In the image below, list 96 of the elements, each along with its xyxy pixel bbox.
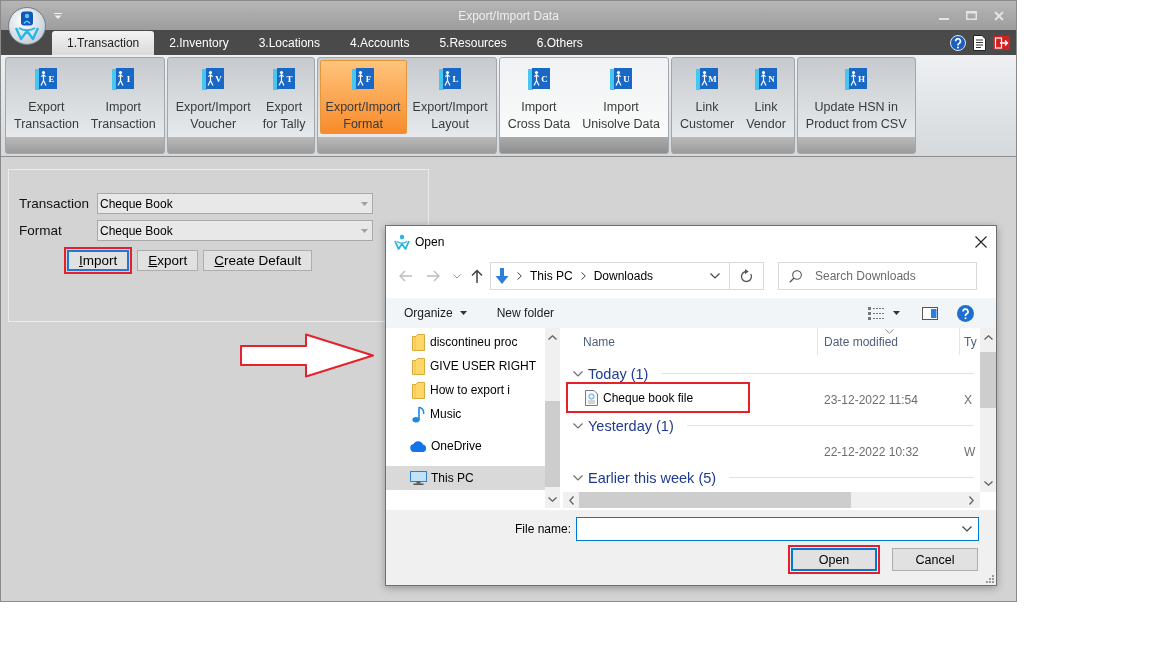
tab[interactable]: 5.Resources	[424, 31, 522, 55]
breadcrumb-item[interactable]: Downloads	[593, 269, 654, 283]
action-button[interactable]: Create Default	[203, 250, 313, 271]
exit-door-icon[interactable]	[993, 35, 1010, 50]
group-header[interactable]: Yesterday (1)	[588, 417, 674, 434]
group-header[interactable]: Earlier this week (5)	[588, 469, 717, 486]
scroll-up-icon[interactable]	[548, 335, 557, 340]
field-label: Format	[19, 223, 63, 238]
scrollbar-thumb[interactable]	[980, 352, 996, 408]
field-label: File name:	[514, 522, 571, 536]
monitor-icon	[410, 471, 427, 485]
window-title: Export/Import Data	[458, 8, 559, 23]
document-icon[interactable]	[973, 34, 986, 51]
file-type: X	[963, 393, 973, 407]
vertical-scrollbar[interactable]	[980, 328, 996, 492]
breadcrumb-item[interactable]: This PC	[530, 269, 573, 283]
ribbon-button[interactable]: C Import Cross Data	[501, 60, 577, 134]
caret-down-icon[interactable]	[893, 311, 900, 315]
action-button[interactable]: Import	[67, 250, 130, 271]
scrollbar-thumb[interactable]	[579, 492, 851, 508]
scroll-left-icon[interactable]	[569, 495, 574, 505]
chevron-down-icon[interactable]	[573, 370, 583, 377]
help-icon[interactable]	[957, 304, 974, 322]
file-date: 23-12-2022 11:54	[823, 393, 919, 407]
cloud-icon	[410, 440, 427, 452]
nav-item[interactable]: discontineu proc	[386, 330, 545, 354]
nav-item[interactable]: This PC	[386, 466, 545, 490]
horizontal-scrollbar[interactable]	[563, 492, 980, 508]
tab[interactable]: 4.Accounts	[335, 31, 425, 55]
chevron-right-icon	[517, 272, 522, 280]
nav-item[interactable]: GIVE USER RIGHT	[386, 354, 545, 378]
column-header[interactable]: Name	[563, 328, 818, 355]
scroll-down-icon[interactable]	[983, 481, 993, 486]
nav-item[interactable]: How to export i	[386, 378, 545, 402]
preview-pane-icon[interactable]	[922, 306, 938, 320]
nav-item[interactable]: Music	[386, 402, 545, 426]
scroll-right-icon[interactable]	[969, 495, 974, 505]
close-icon[interactable]	[975, 236, 987, 248]
column-header[interactable]: Ty	[960, 328, 980, 355]
file-name-field[interactable]	[576, 517, 979, 541]
nav-item[interactable]: OneDrive	[386, 434, 545, 458]
ribbon-button[interactable]: H Update HSN in Product from CSV	[799, 60, 913, 134]
view-options-icon[interactable]	[868, 306, 884, 320]
tab[interactable]: 1.Transaction	[52, 31, 155, 55]
up-arrow-icon[interactable]	[471, 269, 483, 283]
scroll-up-icon[interactable]	[983, 335, 993, 340]
folder-icon	[412, 381, 425, 399]
ribbon-button[interactable]: N Link Vendor	[740, 60, 792, 134]
file-date: 22-12-2022 10:32	[823, 444, 920, 459]
music-note-icon	[412, 405, 425, 423]
vertical-scrollbar[interactable]	[545, 328, 560, 508]
search-icon	[789, 270, 802, 283]
tab[interactable]: 6.Others	[521, 31, 598, 55]
ribbon-button[interactable]: V Export/Import Voucher	[169, 60, 257, 134]
download-arrow-icon	[495, 268, 509, 284]
file-type: W	[963, 444, 977, 459]
menu-button[interactable]: Organize	[404, 306, 467, 320]
group-header[interactable]: Today (1)	[588, 365, 649, 382]
ribbon-button[interactable]: E Export Transaction	[8, 60, 85, 134]
resize-grip-icon[interactable]	[986, 575, 994, 583]
refresh-icon	[740, 269, 753, 283]
ribbon-button[interactable]: M Link Customer	[674, 60, 741, 134]
refresh-button[interactable]	[730, 262, 764, 290]
chevron-down-icon[interactable]	[573, 474, 583, 481]
dropdown-field[interactable]: Cheque Book	[97, 220, 373, 241]
address-bar[interactable]: This PC Downloads	[490, 262, 730, 290]
folder-icon	[412, 333, 425, 351]
field-label: Transaction	[19, 196, 91, 211]
dialog-title: Open	[415, 235, 445, 249]
folder-icon	[412, 357, 425, 375]
tab[interactable]: 2.Inventory	[154, 31, 244, 55]
dialog-button[interactable]: Cancel	[892, 548, 978, 571]
app-icon	[394, 234, 410, 250]
file-name[interactable]: Cheque book file	[603, 390, 694, 405]
chevron-down-icon[interactable]	[573, 422, 583, 429]
help-icon[interactable]	[950, 34, 966, 51]
ribbon-button[interactable]: T Export for Tally	[256, 60, 312, 134]
action-button[interactable]: Export	[137, 250, 199, 271]
scrollbar-thumb[interactable]	[545, 401, 560, 487]
column-header[interactable]: Date modified	[818, 328, 960, 355]
chevron-right-icon	[580, 272, 586, 280]
ribbon-button[interactable]: U Import Unisolve Data	[576, 60, 666, 134]
chevron-down-icon[interactable]	[962, 526, 972, 532]
ribbon-button[interactable]: F Export/Import Format	[319, 60, 407, 134]
caret-down-icon	[459, 311, 467, 315]
ribbon-button[interactable]: I Import Transaction	[84, 60, 162, 134]
file-icon[interactable]	[585, 389, 598, 406]
ribbon-button[interactable]: L Export/Import Layout	[406, 60, 494, 134]
scroll-down-icon[interactable]	[548, 497, 557, 502]
toolbar-button[interactable]: New folder	[496, 306, 555, 320]
search-field[interactable]: Search Downloads	[778, 262, 977, 290]
tab[interactable]: 3.Locations	[243, 31, 336, 55]
sort-caret-icon[interactable]	[884, 329, 894, 334]
dropdown-field[interactable]: Cheque Book	[97, 193, 373, 214]
chevron-down-icon[interactable]	[710, 273, 720, 279]
dialog-button[interactable]: Open	[791, 548, 877, 571]
